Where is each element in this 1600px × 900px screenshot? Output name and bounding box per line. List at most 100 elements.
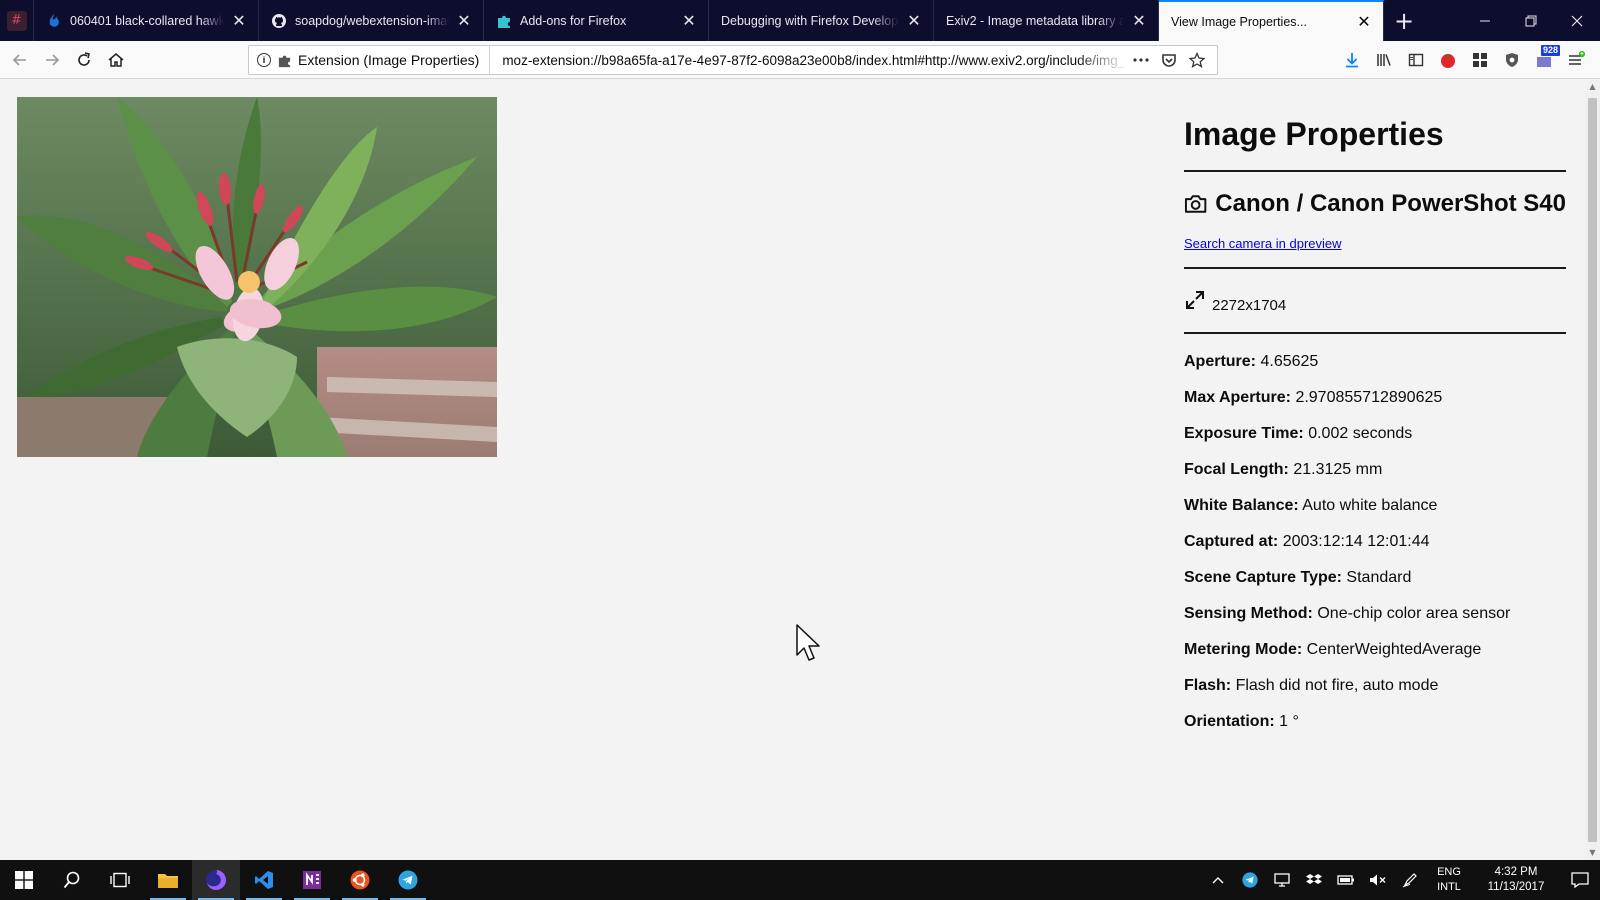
tab-hawk[interactable]: 060401 black-collared hawk 1a ✕ [34, 0, 259, 41]
meta-label: Metering Mode: [1184, 641, 1303, 658]
vertical-scrollbar[interactable]: ▲ ▼ [1585, 80, 1600, 860]
tomato-extension-icon[interactable] [1432, 44, 1464, 76]
identity-label: Extension (Image Properties) [298, 52, 480, 68]
taskbar-clock[interactable]: 4:32 PM 11/13/2017 [1472, 860, 1560, 900]
show-hidden-icons-chevron-icon[interactable] [1202, 860, 1234, 900]
forward-button[interactable] [36, 44, 68, 76]
close-tab-icon[interactable]: ✕ [1130, 11, 1148, 30]
keyboard-layout: INTL [1437, 881, 1461, 893]
tab-title: 060401 black-collared hawk 1a [70, 13, 224, 28]
start-button[interactable] [0, 860, 48, 900]
meta-value: 2003:12:14 12:01:44 [1282, 533, 1430, 550]
action-center-icon[interactable] [1560, 860, 1600, 900]
hamburger-menu-icon[interactable] [1560, 44, 1592, 76]
divider [1184, 332, 1566, 334]
taskbar-onenote[interactable] [288, 860, 336, 900]
expand-arrows-icon [1186, 290, 1204, 309]
search-button[interactable] [48, 860, 96, 900]
taskbar-ubuntu[interactable] [336, 860, 384, 900]
properties-panel: Image Properties Canon / Canon PowerShot… [1184, 114, 1566, 748]
pen-ink-icon[interactable] [1394, 860, 1426, 900]
reload-button[interactable] [68, 44, 100, 76]
meta-aperture: Aperture: 4.65625 [1184, 352, 1566, 388]
meta-captured-at: Captured at: 2003:12:14 12:01:44 [1184, 532, 1566, 568]
scroll-up-arrow-icon[interactable]: ▲ [1588, 82, 1597, 92]
shield-icon[interactable] [1496, 44, 1528, 76]
tray-telegram-icon[interactable] [1234, 860, 1266, 900]
meta-label: Focal Length: [1184, 461, 1289, 478]
windows-taskbar: ENG INTL 4:32 PM 11/13/2017 [0, 860, 1600, 900]
new-tab-button[interactable]: + [1384, 0, 1424, 41]
restore-button[interactable] [1508, 0, 1554, 41]
task-view-button[interactable] [96, 860, 144, 900]
bookmark-star-icon[interactable] [1183, 46, 1211, 74]
scroll-down-arrow-icon[interactable]: ▼ [1588, 848, 1597, 858]
tab-view-image-properties[interactable]: View Image Properties... ✕ [1159, 0, 1384, 41]
url-text[interactable]: moz-extension://b98a65fa-a17e-4e97-87f2-… [490, 53, 1127, 68]
camera-model: Canon / Canon PowerShot S40 [1215, 190, 1566, 217]
meta-focal-length: Focal Length: 21.3125 mm [1184, 460, 1566, 496]
vscode-icon [255, 871, 273, 889]
close-tab-icon[interactable]: ✕ [230, 11, 248, 30]
close-window-button[interactable] [1554, 0, 1600, 41]
mouse-cursor-icon [796, 624, 820, 661]
page-content: Image Properties Canon / Canon PowerShot… [0, 80, 1585, 860]
pocket-icon[interactable] [1155, 46, 1183, 74]
address-bar[interactable]: i Extension (Image Properties) moz-exten… [248, 45, 1218, 75]
download-icon[interactable] [1336, 44, 1368, 76]
hash-icon: # [6, 10, 27, 31]
image-dimensions: 2272x1704 [1212, 297, 1287, 314]
divider [1184, 170, 1566, 172]
ubuntu-icon [350, 870, 370, 890]
taskbar-firefox[interactable] [192, 860, 240, 900]
meta-flash: Flash: Flash did not fire, auto mode [1184, 676, 1566, 712]
taskbar-file-explorer[interactable] [144, 860, 192, 900]
meta-metering-mode: Metering Mode: CenterWeightedAverage [1184, 640, 1566, 676]
puzzle-piece-icon [278, 55, 291, 67]
meta-scene-capture-type: Scene Capture Type: Standard [1184, 568, 1566, 604]
taskbar-vscode[interactable] [240, 860, 288, 900]
site-identity-box[interactable]: i Extension (Image Properties) [249, 46, 491, 74]
dimensions-row: 2272x1704 [1184, 285, 1566, 314]
home-button[interactable] [100, 44, 132, 76]
meta-label: Captured at: [1184, 533, 1279, 550]
scrollbar-thumb[interactable] [1588, 98, 1597, 842]
input-language-indicator[interactable]: ENG INTL [1426, 860, 1472, 900]
telegram-icon [398, 870, 418, 890]
tab-exiv2[interactable]: Exiv2 - Image metadata library and t ✕ [934, 0, 1159, 41]
pinned-tab[interactable]: # [0, 0, 34, 41]
camera-heading: Canon / Canon PowerShot S40 [1184, 190, 1566, 218]
search-icon [63, 871, 80, 889]
language-code: ENG [1437, 866, 1461, 878]
camera-icon [1184, 195, 1207, 213]
library-icon[interactable] [1368, 44, 1400, 76]
minimize-button[interactable] [1462, 0, 1508, 41]
info-icon: i [257, 53, 271, 67]
extension-badge-icon[interactable]: 928 [1528, 44, 1560, 76]
search-dpreview-link[interactable]: Search camera in dpreview [1184, 236, 1566, 251]
close-tab-icon[interactable]: ✕ [455, 11, 473, 30]
battery-icon[interactable] [1330, 860, 1362, 900]
tab-github[interactable]: soapdog/webextension-image- ✕ [259, 0, 484, 41]
meta-label: Scene Capture Type: [1184, 569, 1342, 586]
meta-label: Aperture: [1184, 353, 1257, 370]
volume-muted-icon[interactable] [1362, 860, 1394, 900]
close-tab-icon[interactable]: ✕ [1355, 12, 1373, 31]
clock-time: 4:32 PM [1494, 866, 1538, 878]
back-button[interactable] [4, 44, 36, 76]
tab-title: Debugging with Firefox Developer T [721, 13, 899, 28]
apps-grid-icon[interactable] [1464, 44, 1496, 76]
dropbox-icon[interactable] [1298, 860, 1330, 900]
puzzle-piece-icon [496, 13, 512, 29]
tab-addons[interactable]: Add-ons for Firefox ✕ [484, 0, 709, 41]
taskbar-telegram[interactable] [384, 860, 432, 900]
close-tab-icon[interactable]: ✕ [680, 11, 698, 30]
sidebar-icon[interactable] [1400, 44, 1432, 76]
close-tab-icon[interactable]: ✕ [905, 11, 923, 30]
meta-label: Max Aperture: [1184, 389, 1291, 406]
meta-label: Exposure Time: [1184, 425, 1304, 442]
tab-debugging[interactable]: Debugging with Firefox Developer T ✕ [709, 0, 934, 41]
network-icon[interactable] [1266, 860, 1298, 900]
meta-value: 2.970855712890625 [1295, 389, 1443, 406]
page-actions-menu-icon[interactable] [1127, 46, 1155, 74]
